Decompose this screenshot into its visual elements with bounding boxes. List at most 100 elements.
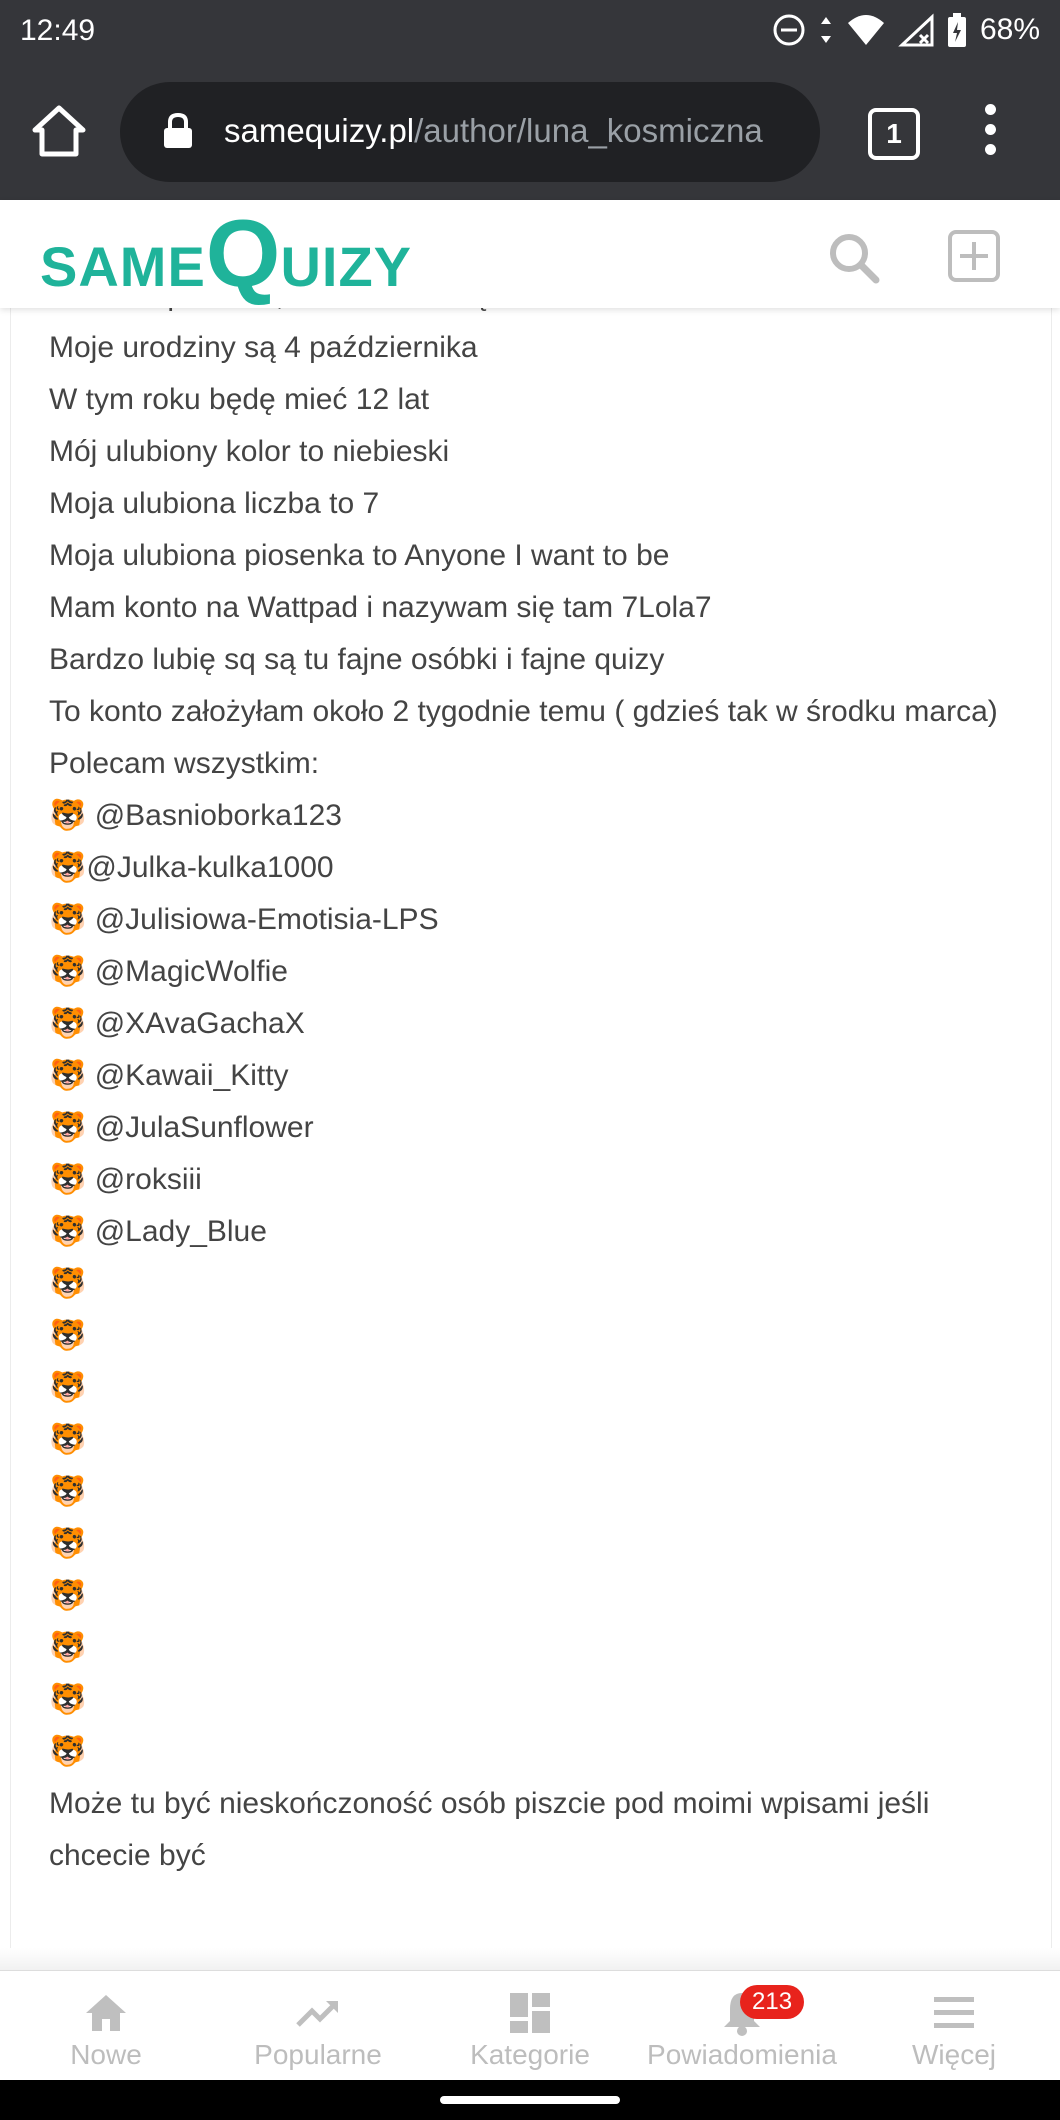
tab-count: 1	[886, 118, 902, 149]
mention-item: 🐯 @Kawaii_Kitty	[49, 1050, 1009, 1102]
system-navigation-bar	[0, 2080, 1060, 2120]
mention-item: 🐯 @Basnioborka123	[49, 790, 1009, 842]
tiger-emoji-icon: 🐯	[49, 1527, 87, 1560]
tiger-emoji-icon: 🐯	[49, 1371, 87, 1404]
nav-label: Powiadomienia	[647, 2039, 837, 2070]
url-path: /author/luna_kosmiczna	[414, 112, 763, 149]
tiger-emoji-icon: 🐯	[49, 1267, 87, 1300]
tiger-emoji-icon: 🐯	[49, 851, 87, 884]
tiger-emoji-icon: 🐯	[49, 1319, 87, 1352]
tab-switcher-button[interactable]: 1	[868, 108, 920, 160]
nav-label: Więcej	[911, 2039, 996, 2070]
nav-item-wiecej[interactable]: Więcej	[848, 1971, 1060, 2081]
mention-item: 🐯	[49, 1466, 1009, 1518]
mention-link[interactable]: @Kawaii_Kitty	[86, 1059, 289, 1092]
mention-item: 🐯	[49, 1674, 1009, 1726]
menu-icon	[934, 1997, 974, 2028]
nav-label: Popularne	[254, 2039, 382, 2070]
tiger-emoji-icon: 🐯	[49, 1735, 87, 1768]
nav-label: Nowe	[70, 2039, 142, 2070]
site-header: SAMEQUIZY	[0, 200, 1060, 308]
overflow-menu-icon[interactable]	[980, 104, 1000, 160]
description-line: Polecam wszystkim:	[49, 747, 320, 780]
tiger-emoji-icon: 🐯	[49, 903, 87, 936]
search-icon[interactable]	[826, 230, 882, 286]
author-description-card: Kocham podróże, kosmos i wodę Moje urodz…	[10, 308, 1052, 1960]
mention-link[interactable]: @Lady_Blue	[86, 1215, 267, 1248]
content-divider	[0, 1948, 1060, 1970]
closing-text: Może tu być nieskończoność osób piszcie …	[49, 1787, 930, 1872]
description-line: Bardzo lubię sq są tu fajne osóbki i faj…	[49, 643, 665, 676]
description-line: Moja ulubiona piosenka to Anyone I want …	[49, 539, 670, 572]
mention-link[interactable]: @MagicWolfie	[86, 955, 288, 988]
status-bar: 12:49 68%	[0, 0, 1060, 62]
browser-toolbar: samequizy.pl/author/luna_kosmiczna 1	[0, 62, 1060, 200]
mention-link[interactable]: @Julisiowa-Emotisia-LPS	[86, 903, 439, 936]
mention-item: 🐯	[49, 1622, 1009, 1674]
mention-item: 🐯	[49, 1362, 1009, 1414]
tiger-emoji-icon: 🐯	[49, 1059, 87, 1092]
tiger-emoji-icon: 🐯	[49, 1579, 87, 1612]
mention-item: 🐯 @Julisiowa-Emotisia-LPS	[49, 894, 1009, 946]
trending-icon	[296, 2001, 338, 2027]
tiger-emoji-icon: 🐯	[49, 1215, 87, 1248]
author-profile-content: Kocham podróże, kosmos i wodę Moje urodz…	[0, 308, 1060, 1970]
home-icon[interactable]	[30, 102, 88, 160]
tiger-emoji-icon: 🐯	[49, 1475, 87, 1508]
battery-icon	[947, 13, 966, 47]
dashboard-icon	[510, 1993, 550, 2033]
author-description: Kocham podróże, kosmos i wodę Moje urodz…	[49, 308, 1009, 1882]
signal-icon	[898, 13, 934, 47]
nav-item-kategorie[interactable]: Kategorie	[424, 1971, 636, 2081]
bottom-navigation: Nowe Popularne Kategorie 213 Powiadomien…	[0, 1970, 1060, 2081]
description-line: W tym roku będę mieć 12 lat	[49, 383, 430, 416]
mention-item: 🐯 @XAvaGachaX	[49, 998, 1009, 1050]
description-line: Moja ulubiona liczba to 7	[49, 487, 380, 520]
tiger-emoji-icon: 🐯	[49, 1163, 87, 1196]
mention-item: 🐯	[49, 1726, 1009, 1778]
samequizy-logo[interactable]: SAMEQUIZY	[40, 206, 412, 302]
description-line: To konto założyłam około 2 tygodnie temu…	[49, 695, 998, 728]
mention-item: 🐯	[49, 1258, 1009, 1310]
tiger-emoji-icon: 🐯	[49, 1631, 87, 1664]
mention-item: 🐯	[49, 1414, 1009, 1466]
nav-item-popularne[interactable]: Popularne	[212, 1971, 424, 2081]
mention-item: 🐯 @MagicWolfie	[49, 946, 1009, 998]
address-bar[interactable]: samequizy.pl/author/luna_kosmiczna	[120, 82, 820, 182]
home-icon	[86, 1995, 126, 2031]
mention-item: 🐯	[49, 1570, 1009, 1622]
mention-link[interactable]: @JulaSunflower	[86, 1111, 314, 1144]
mention-item: 🐯 @Lady_Blue	[49, 1206, 1009, 1258]
mention-link[interactable]: @XAvaGachaX	[86, 1007, 305, 1040]
mention-item: 🐯 @JulaSunflower	[49, 1102, 1009, 1154]
status-icons: 68%	[772, 12, 1040, 48]
tiger-emoji-icon: 🐯	[49, 1007, 87, 1040]
mention-link[interactable]: @roksiii	[86, 1163, 202, 1196]
url-domain: samequizy.pl	[224, 112, 415, 149]
nav-label: Kategorie	[470, 2039, 590, 2070]
mention-link[interactable]: @Julka-kulka1000	[86, 851, 333, 884]
status-time: 12:49	[20, 14, 96, 47]
mention-item: 🐯	[49, 1310, 1009, 1362]
mention-item: 🐯@Julka-kulka1000	[49, 842, 1009, 894]
tiger-emoji-icon: 🐯	[49, 799, 87, 832]
nav-item-powiadomienia[interactable]: 213 Powiadomienia	[636, 1971, 848, 2081]
logo-part-uizy: UIZY	[280, 235, 413, 298]
nav-item-nowe[interactable]: Nowe	[0, 1971, 212, 2081]
do-not-disturb-icon	[773, 14, 805, 46]
home-gesture-pill[interactable]	[440, 2096, 620, 2104]
wifi-icon	[847, 15, 884, 45]
tiger-emoji-icon: 🐯	[49, 1423, 87, 1456]
add-quiz-icon[interactable]	[946, 228, 1002, 284]
description-line: Moje urodziny są 4 października	[49, 331, 478, 364]
notification-badge: 213	[740, 1985, 805, 2019]
logo-part-same: SAME	[40, 235, 206, 298]
description-line: Mój ulubiony kolor to niebieski	[49, 435, 450, 468]
lock-icon	[164, 112, 192, 148]
logo-part-q: Q	[205, 200, 281, 307]
description-line: Mam konto na Wattpad i nazywam się tam 7…	[49, 591, 712, 624]
tiger-emoji-icon: 🐯	[49, 955, 87, 988]
mention-link[interactable]: @Basnioborka123	[86, 799, 342, 832]
mention-item: 🐯 @roksiii	[49, 1154, 1009, 1206]
tiger-emoji-icon: 🐯	[49, 1683, 87, 1716]
